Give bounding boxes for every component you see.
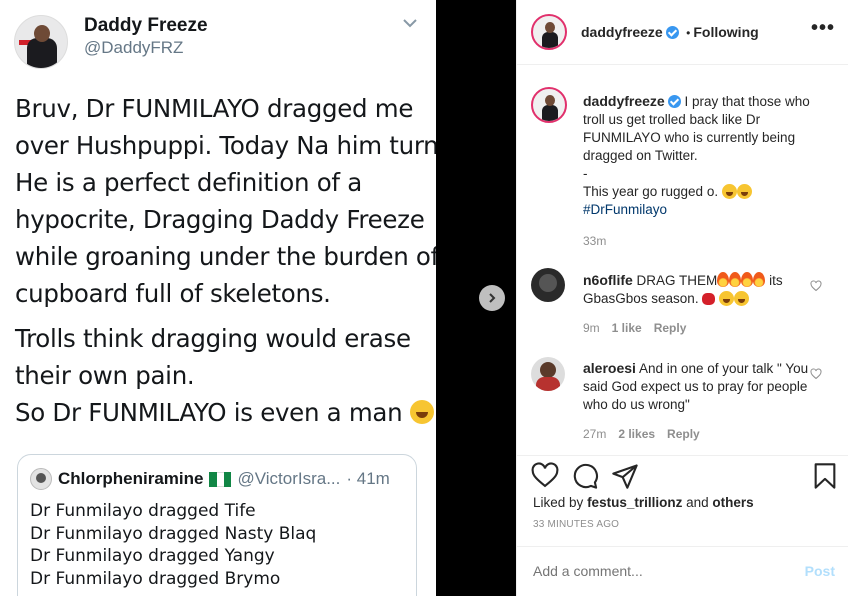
add-comment-row: Post xyxy=(517,546,848,596)
fire-emoji-icon xyxy=(741,272,754,287)
bookmark-icon[interactable] xyxy=(811,462,839,490)
tweet-image: Daddy Freeze @DaddyFRZ Bruv, Dr FUNMILAY… xyxy=(0,0,436,596)
caption-avatar[interactable] xyxy=(531,87,567,123)
more-options-icon[interactable]: ••• xyxy=(811,18,835,38)
comment-username[interactable]: aleroesi xyxy=(583,360,636,376)
verified-badge-icon xyxy=(665,26,679,39)
tweet-display-name: Daddy Freeze xyxy=(84,15,208,36)
hashtag-link[interactable]: #DrFunmilayo xyxy=(583,201,835,219)
fire-emoji-icon xyxy=(717,272,730,287)
tweet-handle: @DaddyFRZ xyxy=(84,38,184,57)
fire-emoji-icon xyxy=(753,272,766,287)
quoted-time: · 41m xyxy=(346,469,390,488)
comment-body: DRAG THEM xyxy=(636,273,718,288)
tweet-line: He is a perfect definition of a xyxy=(15,168,362,197)
comment-avatar[interactable] xyxy=(531,357,565,391)
tweet-line: Bruv, Dr FUNMILAYO dragged me xyxy=(15,94,414,123)
tweet-line: Trolls think dragging would erase xyxy=(15,324,411,353)
quoted-tweet[interactable]: Chlorpheniramine @VictorIsra... · 41m Dr… xyxy=(17,454,417,596)
tweet-avatar xyxy=(14,15,68,69)
quoted-avatar xyxy=(30,468,52,490)
fire-emoji-icon xyxy=(729,272,742,287)
laughing-emoji-icon xyxy=(409,400,434,424)
comment-meta: 27m 2 likes Reply xyxy=(583,427,700,441)
follow-separator: • xyxy=(686,26,691,40)
reply-button[interactable]: Reply xyxy=(667,427,700,441)
post-panel: daddyfreeze • Following ••• daddyfreeze I… xyxy=(516,0,848,596)
chevron-right-icon xyxy=(489,293,496,303)
post-button[interactable]: Post xyxy=(805,563,835,579)
comment-text: n6oflife DRAG THEM its GbasGbos season. xyxy=(583,271,813,308)
chevron-down-icon xyxy=(403,19,417,28)
liked-by-and: and xyxy=(686,495,709,510)
like-comment-heart-icon[interactable] xyxy=(810,280,822,292)
laughing-emoji-icon xyxy=(719,291,735,306)
comment-avatar[interactable] xyxy=(531,268,565,302)
quoted-line: Dr Funmilayo dragged Yangy xyxy=(30,546,275,566)
heart-icon[interactable] xyxy=(531,462,559,490)
verified-badge-icon xyxy=(667,95,681,108)
comment-time: 9m xyxy=(583,321,600,335)
add-comment-input[interactable] xyxy=(533,563,773,579)
caption-line2: This year go rugged o. xyxy=(583,184,719,199)
liked-by-user[interactable]: festus_trillionz xyxy=(587,495,682,510)
post-header: daddyfreeze • Following ••• xyxy=(517,0,848,65)
comment-icon[interactable] xyxy=(571,462,599,490)
quoted-line: Dr Funmilayo dragged Nasty Blaq xyxy=(30,523,317,544)
quoted-line: Dr Funmilayo dragged Tife xyxy=(30,501,256,521)
nigeria-flag-icon xyxy=(209,471,232,487)
comment-meta: 9m 1 like Reply xyxy=(583,321,686,335)
tweet-line: while groaning under the burden of a xyxy=(15,242,436,271)
following-button[interactable]: Following xyxy=(693,24,758,40)
comment-likes[interactable]: 2 likes xyxy=(618,427,655,441)
liked-by: Liked by festus_trillionz and others xyxy=(533,495,754,510)
reply-button[interactable]: Reply xyxy=(654,321,687,335)
comment-text: aleroesi And in one of your talk " You s… xyxy=(583,359,813,414)
quoted-line: Dr Funmilayo dragged Brymo xyxy=(30,568,281,589)
caption-time: 33m xyxy=(583,234,607,248)
laughing-emoji-icon xyxy=(736,184,752,199)
comment-likes[interactable]: 1 like xyxy=(612,321,642,335)
boxing-glove-emoji-icon xyxy=(702,293,716,305)
comment-time: 27m xyxy=(583,427,607,441)
tweet-line: their own pain. xyxy=(15,361,195,390)
liked-by-prefix: Liked by xyxy=(533,495,584,510)
next-slide-button[interactable] xyxy=(479,285,505,311)
tweet-line: over Hushpuppi. Today Na him turn. xyxy=(15,131,436,160)
comment-username[interactable]: n6oflife xyxy=(583,272,633,288)
like-comment-heart-icon[interactable] xyxy=(810,368,822,380)
tweet-line: hypocrite, Dragging Daddy Freeze xyxy=(15,205,425,234)
post-actions: Liked by festus_trillionz and others 33 … xyxy=(517,455,848,596)
caption-username[interactable]: daddyfreeze xyxy=(583,93,665,109)
tweet-line: So Dr FUNMILAYO is even a man xyxy=(15,398,403,427)
laughing-emoji-icon xyxy=(721,184,737,199)
post-username[interactable]: daddyfreeze xyxy=(581,24,663,40)
post-caption: daddyfreeze I pray that those who troll … xyxy=(583,92,835,250)
share-icon[interactable] xyxy=(611,462,639,490)
laughing-emoji-icon xyxy=(734,291,750,306)
caption-dash: - xyxy=(583,166,588,181)
quoted-handle: @VictorIsra... xyxy=(237,469,341,488)
tweet-line: cupboard full of skeletons. xyxy=(15,279,331,308)
tweet-text: Bruv, Dr FUNMILAYO dragged me over Hushp… xyxy=(15,90,436,431)
avatar[interactable] xyxy=(531,14,567,50)
post-timestamp[interactable]: 33 MINUTES AGO xyxy=(533,519,619,530)
liked-by-others[interactable]: others xyxy=(712,495,753,510)
quoted-display-name: Chlorpheniramine xyxy=(58,469,204,488)
